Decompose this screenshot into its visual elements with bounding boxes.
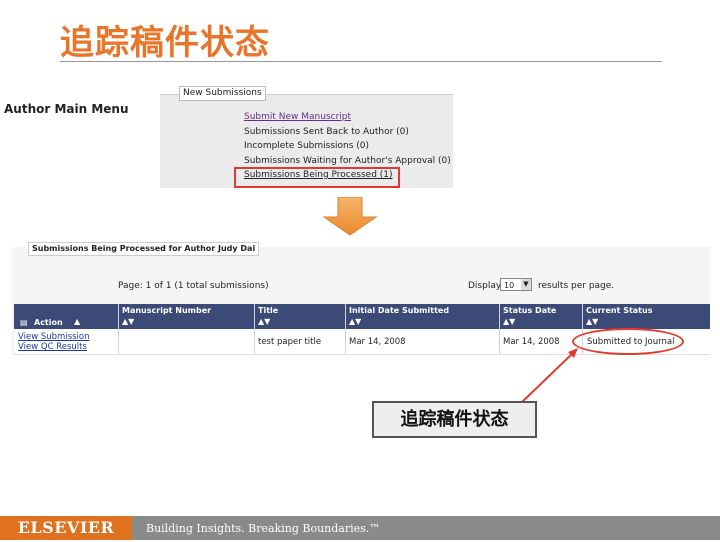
pointer-arrow-icon	[519, 348, 578, 405]
elsevier-logo: ELSEVIER	[0, 516, 132, 540]
footer-tagline: Building Insights. Breaking Boundaries.™	[146, 522, 381, 535]
callout-label: 追踪稿件状态	[372, 401, 537, 438]
